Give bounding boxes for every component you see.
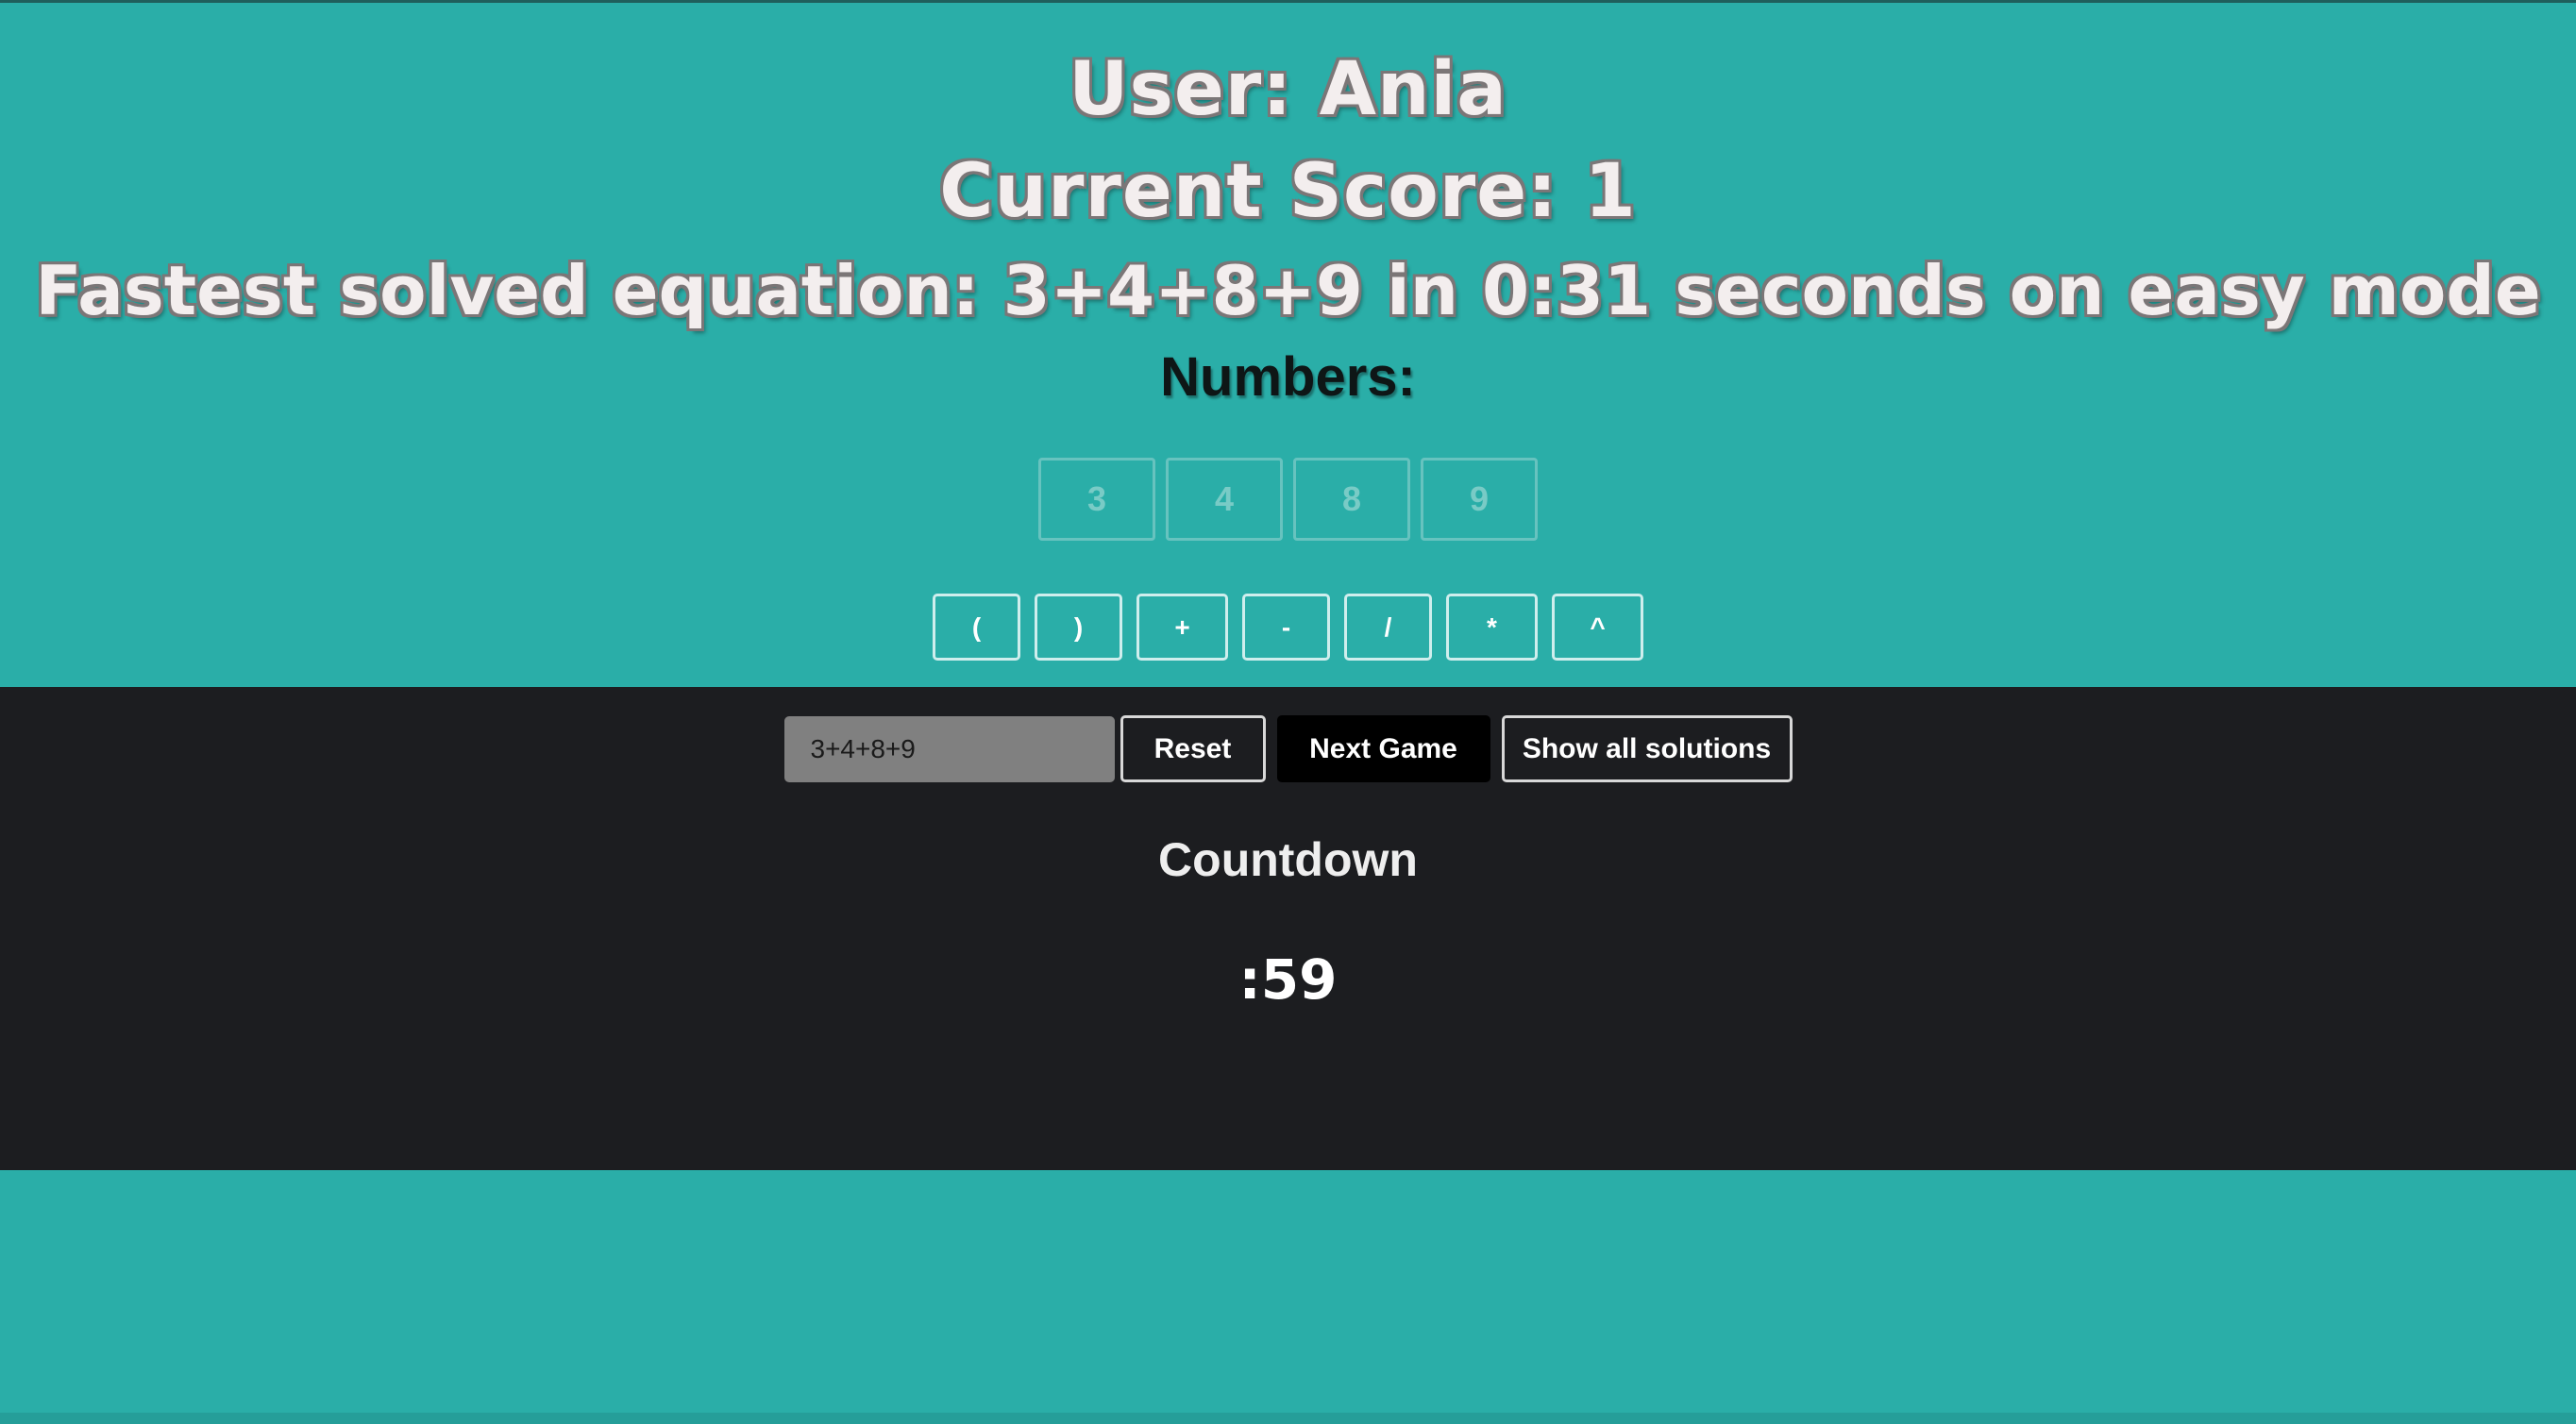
number-tile[interactable]: 3 <box>1038 458 1155 541</box>
minus-button[interactable]: - <box>1242 594 1330 661</box>
close-paren-button[interactable]: ) <box>1035 594 1122 661</box>
numbers-heading: Numbers: <box>1160 346 1416 408</box>
show-all-solutions-button[interactable]: Show all solutions <box>1501 715 1793 782</box>
open-paren-button[interactable]: ( <box>933 594 1020 661</box>
next-game-button[interactable]: Next Game <box>1276 715 1490 782</box>
number-tile[interactable]: 8 <box>1293 458 1410 541</box>
bottom-border <box>0 1413 2576 1424</box>
current-score: Current Score: 1 <box>939 149 1637 234</box>
countdown-heading: Countdown <box>1158 833 1418 886</box>
game-panel: Reset Next Game Show all solutions Count… <box>0 687 2576 1170</box>
number-tile[interactable]: 9 <box>1421 458 1538 541</box>
power-button[interactable]: ^ <box>1552 594 1643 661</box>
top-border <box>0 0 2576 3</box>
plus-button[interactable]: + <box>1136 594 1228 661</box>
expression-input[interactable] <box>783 715 1115 782</box>
multiply-button[interactable]: * <box>1446 594 1538 661</box>
controls-row: Reset Next Game Show all solutions <box>0 715 2576 782</box>
user-label: User: Ania <box>1069 47 1507 132</box>
number-tiles: 3 4 8 9 <box>0 458 2576 541</box>
number-tile[interactable]: 4 <box>1166 458 1283 541</box>
divide-button[interactable]: / <box>1344 594 1432 661</box>
fastest-solved-equation: Fastest solved equation: 3+4+8+9 in 0:31… <box>35 251 2541 330</box>
reset-button[interactable]: Reset <box>1120 715 1266 782</box>
game-page: User: Ania Current Score: 1 Fastest solv… <box>0 0 2576 1424</box>
countdown-timer: :59 <box>1238 947 1338 1012</box>
operator-buttons: ( ) + - / * ^ <box>0 594 2576 661</box>
